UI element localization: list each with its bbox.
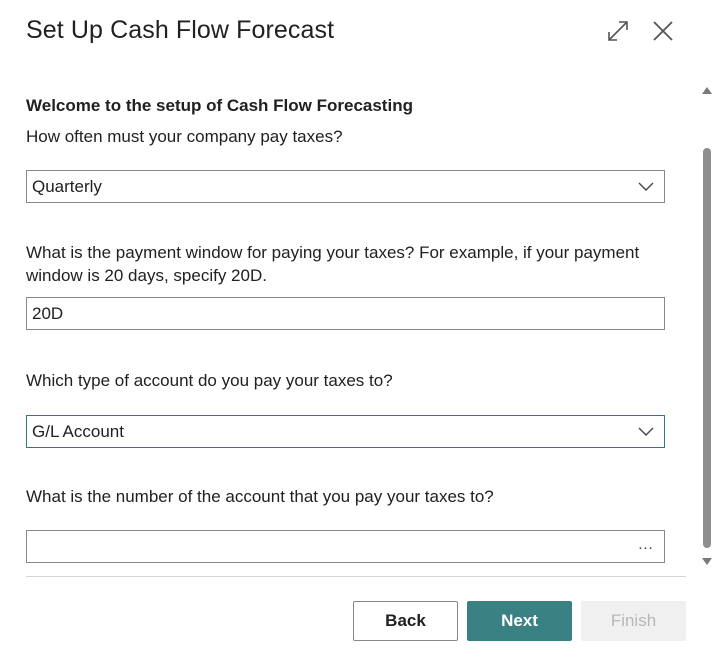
chevron-down-icon[interactable] [628,416,664,447]
account-type-select[interactable]: G/L Account [26,415,665,448]
vertical-scrollbar[interactable] [699,84,715,570]
finish-button[interactable]: Finish [581,601,686,641]
tax-frequency-label: How often must your company pay taxes? [26,127,343,146]
close-button[interactable] [646,14,680,48]
expand-button[interactable] [601,14,635,48]
scrollbar-thumb[interactable] [703,148,711,548]
tax-frequency-value: Quarterly [32,176,102,196]
welcome-heading: Welcome to the setup of Cash Flow Foreca… [26,96,413,115]
payment-window-label: What is the payment window for paying yo… [26,243,640,285]
scroll-up-arrow-icon[interactable] [701,84,713,96]
next-button[interactable]: Next [467,601,572,641]
chevron-down-icon[interactable] [628,171,664,202]
expand-diagonal-icon [608,21,628,41]
lookup-ellipsis-icon[interactable]: … [628,536,664,558]
payment-window-input[interactable]: 20D [26,297,665,330]
form-content: Welcome to the setup of Cash Flow Foreca… [0,80,700,570]
account-type-label: Which type of account do you pay your ta… [26,371,393,390]
back-button[interactable]: Back [353,601,458,641]
footer-divider [26,576,686,577]
account-type-value: G/L Account [32,421,124,441]
close-icon [653,21,673,41]
setup-dialog: Set Up Cash Flow Forecast Welcome to the… [0,0,715,658]
payment-window-value: 20D [32,303,64,323]
scroll-down-arrow-icon[interactable] [701,556,713,568]
tax-frequency-select[interactable]: Quarterly [26,170,665,203]
account-number-input[interactable]: … [26,530,665,563]
account-number-label: What is the number of the account that y… [26,487,494,506]
dialog-title: Set Up Cash Flow Forecast [26,16,335,44]
